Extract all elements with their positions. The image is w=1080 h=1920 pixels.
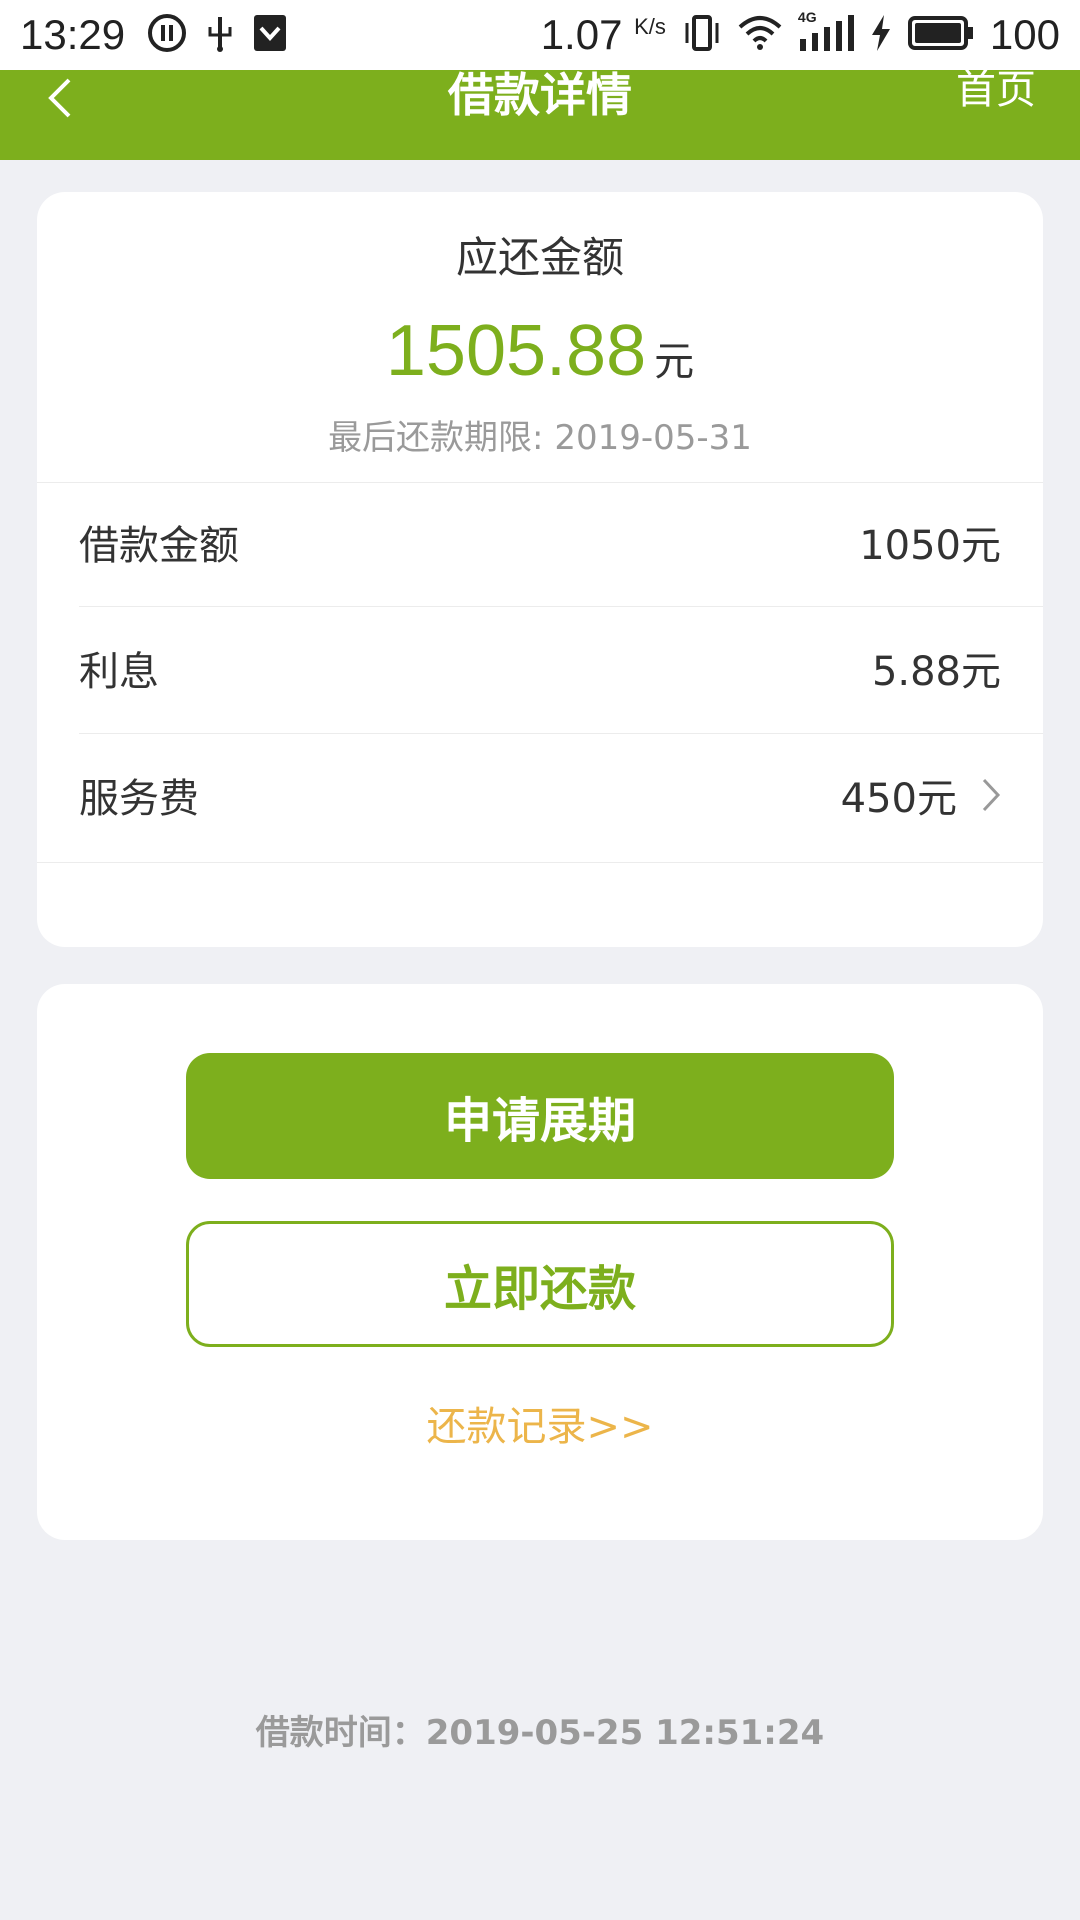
detail-label: 利息: [79, 649, 159, 695]
battery-level: 100: [989, 11, 1060, 58]
app-bar: 借款详情 首页: [0, 70, 1080, 160]
network-type: 4G: [797, 8, 817, 25]
detail-label: 服务费: [79, 776, 199, 822]
repayment-records-link[interactable]: 还款记录>>: [37, 1394, 1043, 1452]
charging-icon: [870, 14, 892, 56]
usb-icon: [205, 13, 235, 58]
signal-icon: 4G: [798, 9, 854, 58]
detail-row-service-fee[interactable]: 服务费 450元: [79, 735, 1001, 855]
detail-value: 1050元: [859, 523, 1001, 569]
page-title: 借款详情: [448, 68, 632, 122]
shield-icon: [253, 14, 287, 57]
detail-value: 450元: [840, 776, 957, 822]
detail-value-wrap: 450元: [841, 766, 1001, 824]
actions-card: 申请展期 立即还款 还款记录>>: [37, 984, 1043, 1540]
detail-row-interest: 利息 5.88元: [79, 608, 1001, 728]
detail-row-loan-amount: 借款金额 1050元: [79, 482, 1001, 602]
apply-extension-button[interactable]: 申请展期: [186, 1053, 894, 1179]
battery-icon: [907, 15, 974, 55]
chevron-right-icon: [981, 777, 1001, 813]
home-link[interactable]: 首页: [956, 70, 1036, 110]
status-bar: 13:29 1.07 K/s 4G 100: [0, 0, 1080, 70]
net-speed: 1.07 K/s: [540, 11, 666, 58]
due-amount-unit: 元: [654, 339, 695, 385]
divider: [79, 606, 1043, 607]
pause-circle-icon: [147, 13, 187, 58]
detail-label: 借款金额: [79, 523, 239, 569]
divider: [37, 862, 1043, 863]
due-amount-label: 应还金额: [455, 233, 624, 282]
due-amount: 1505.88: [385, 311, 647, 391]
loan-time: 借款时间：2019-05-25 12:51:24: [255, 1713, 825, 1753]
repay-now-button[interactable]: 立即还款: [186, 1221, 894, 1347]
wifi-icon: [738, 13, 782, 58]
repayment-deadline: 最后还款期限: 2019-05-31: [328, 418, 752, 458]
due-amount-row: 1505.88 元: [37, 310, 1043, 392]
divider: [79, 733, 1043, 734]
detail-value: 5.88元: [871, 649, 1001, 695]
loan-summary-card: 应还金额 1505.88 元 最后还款期限: 2019-05-31 借款金额 10…: [37, 192, 1043, 947]
status-time: 13:29: [20, 11, 126, 58]
net-speed-unit: K/s: [634, 14, 666, 39]
vibrate-icon: [682, 13, 722, 58]
